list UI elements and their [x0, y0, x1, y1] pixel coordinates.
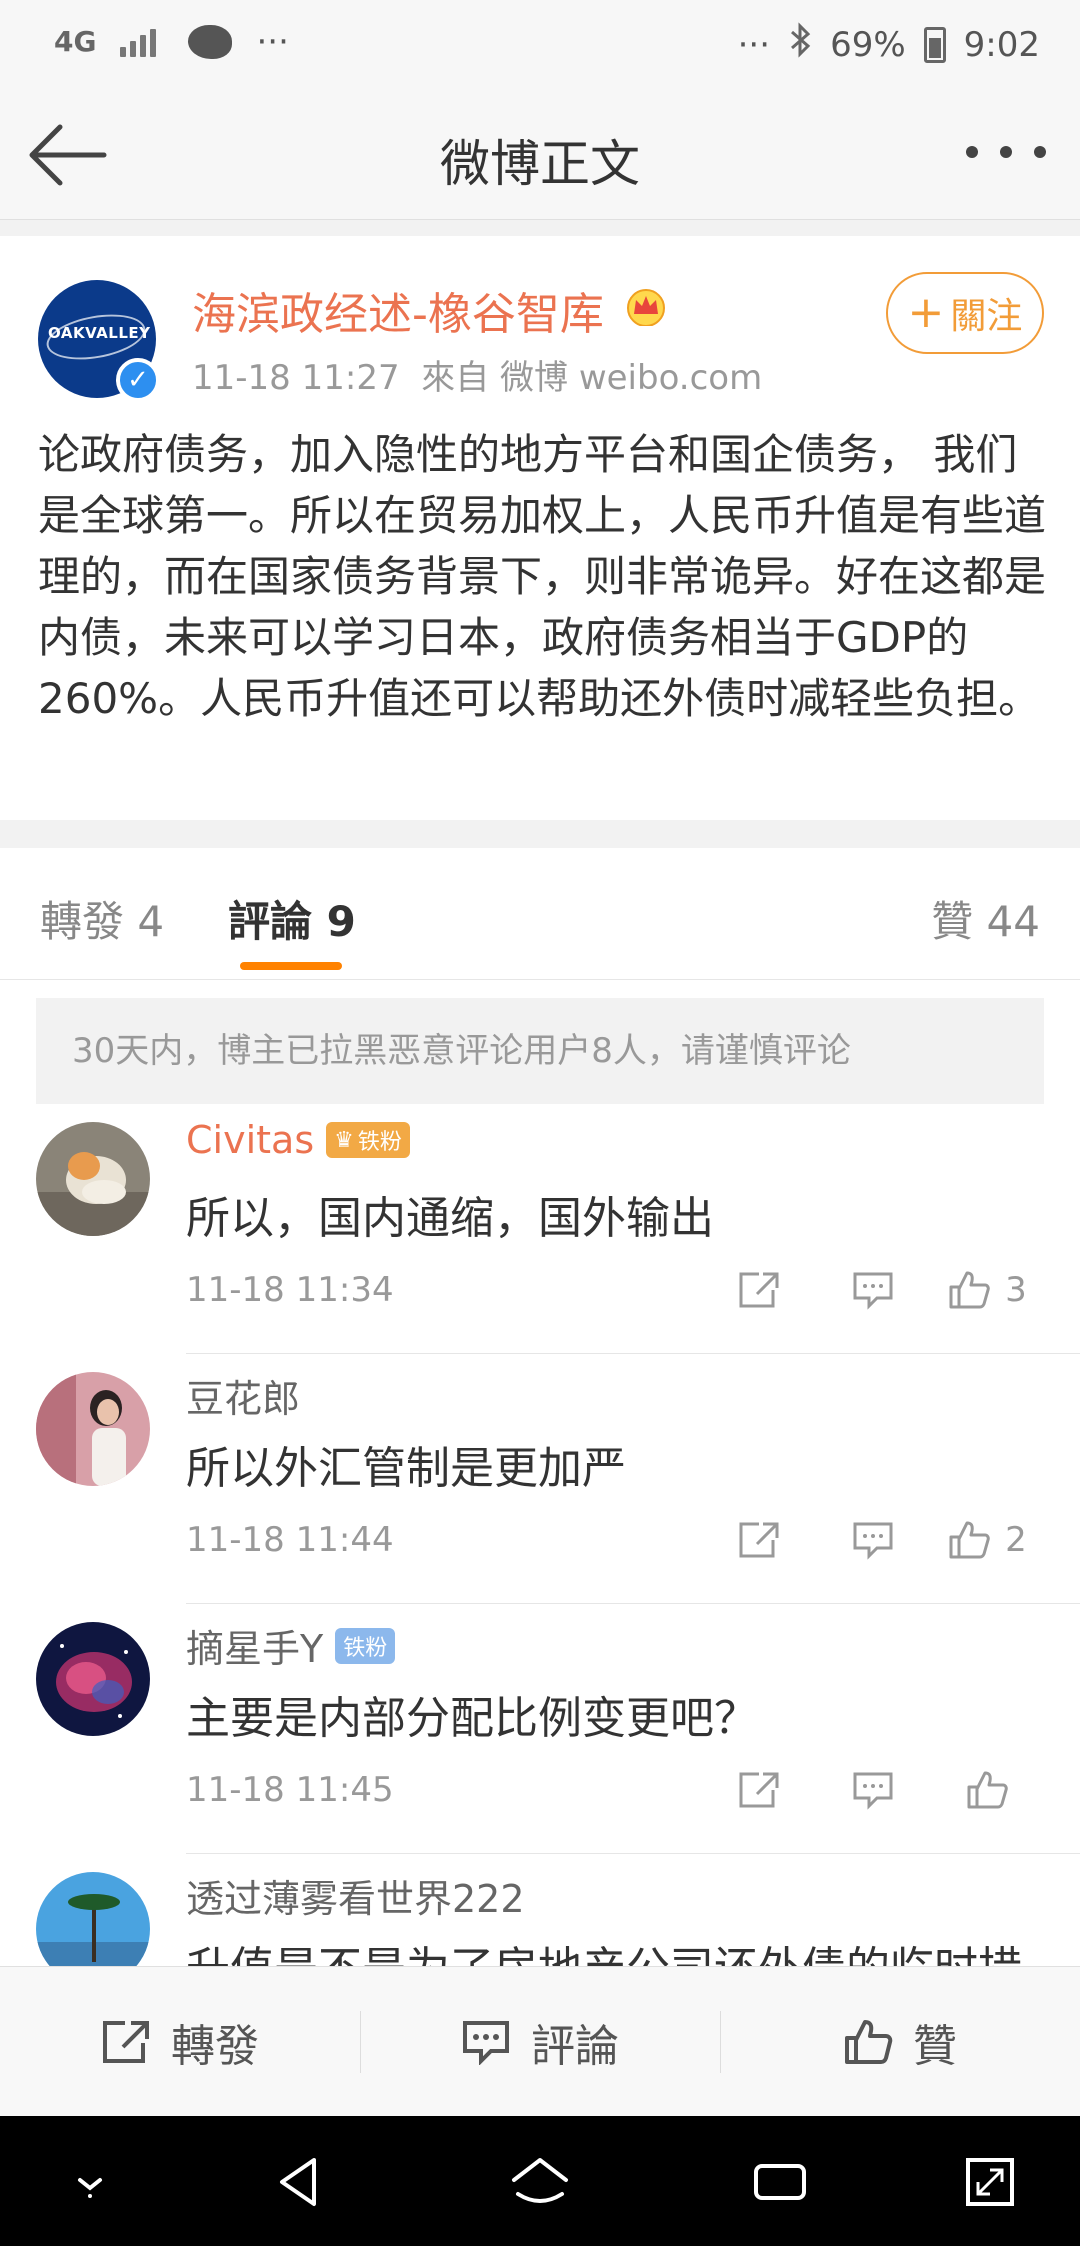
reply-comment-button[interactable]: [816, 1262, 930, 1318]
post-tabs: 轉發 4 評論 9 贊 44: [0, 848, 1080, 980]
bottom-action-bar: 轉發 評論 贊: [0, 1966, 1080, 2116]
comment-icon: [853, 1522, 893, 1560]
more-notifications-indicator: ···: [256, 22, 289, 62]
commenter-name-text: 摘星手Y: [186, 1627, 324, 1671]
thumbs-up-icon: [845, 2019, 893, 2064]
signal-icon: [120, 25, 164, 59]
battery-percent: 69%: [830, 24, 906, 65]
commenter-name[interactable]: 豆花郎: [186, 1368, 300, 1423]
comment-item: 豆花郎 所以外汇管制是更加严 11-18 11:44 2: [0, 1354, 1080, 1604]
comment-actions: 3: [702, 1262, 1044, 1318]
comments-list: 30天内，博主已拉黑恶意评论用户8人，请谨慎评论 Civitas ♛ 铁粉 所以，…: [0, 980, 1080, 1966]
back-nav-icon[interactable]: [268, 2150, 332, 2214]
avatar-logo-text: OAKVALLEY: [48, 324, 151, 342]
active-tab-indicator: [240, 962, 342, 970]
thumbs-up-icon: [949, 1521, 990, 1559]
like-comment-button[interactable]: [930, 1762, 1044, 1818]
verified-badge-icon: ✓: [116, 358, 160, 402]
comment-item: 透过薄雾看世界222 升值是不是为了房地产公司还外债的临时措: [0, 1854, 1080, 1966]
clock: 9:02: [963, 24, 1040, 65]
comment-text: 升值是不是为了房地产公司还外债的临时措: [186, 1932, 1022, 1966]
commenter-avatar[interactable]: [36, 1372, 150, 1486]
repost-comment-button[interactable]: [702, 1762, 816, 1818]
reply-comment-button[interactable]: [816, 1512, 930, 1568]
tab-reposts[interactable]: 轉發 4: [40, 888, 164, 949]
commenter-name[interactable]: Civitas ♛ 铁粉: [186, 1118, 410, 1162]
top-nav-bar: 微博正文: [0, 90, 1080, 220]
comment-text: 所以外汇管制是更加严: [186, 1443, 626, 1494]
share-icon: [739, 1272, 779, 1308]
status-overflow-indicator: ···: [737, 24, 771, 65]
tab-likes[interactable]: 贊 44: [931, 888, 1040, 949]
battery-icon: [923, 26, 946, 63]
more-options-icon[interactable]: [966, 132, 1046, 172]
expand-icon[interactable]: [958, 2150, 1022, 2214]
comment-icon: [853, 1272, 893, 1310]
share-icon: [739, 1772, 779, 1808]
comment-actions: 2: [702, 1512, 1044, 1568]
like-count: 3: [1005, 1270, 1027, 1310]
crown-icon: ♛: [334, 1127, 354, 1153]
status-bar: 4G ··· ··· 69% 9:02: [0, 0, 1080, 90]
repost-button[interactable]: 轉發: [0, 1967, 360, 2116]
commenter-avatar[interactable]: [36, 1622, 150, 1736]
like-comment-button[interactable]: 2: [930, 1512, 1044, 1568]
page-title: 微博正文: [440, 135, 640, 193]
commenter-name[interactable]: 摘星手Y 铁粉: [186, 1618, 396, 1673]
commenter-avatar[interactable]: [36, 1872, 150, 1966]
like-label: 贊: [913, 2020, 957, 2072]
moderation-notice: 30天内，博主已拉黑恶意评论用户8人，请谨慎评论: [36, 998, 1044, 1104]
fan-badge: 铁粉: [335, 1627, 396, 1664]
collapse-icon[interactable]: [58, 2150, 122, 2214]
bluetooth-icon: [788, 22, 812, 67]
comment-item: 摘星手Y 铁粉 主要是内部分配比例变更吧？ 11-18 11:45: [0, 1604, 1080, 1854]
comment-item: Civitas ♛ 铁粉 所以，国内通缩，国外输出 11-18 11:34 3: [0, 1104, 1080, 1354]
commenter-name-text: Civitas: [186, 1118, 315, 1162]
follow-label: 關注: [950, 296, 1023, 337]
thumbs-up-icon: [967, 1771, 1008, 1809]
like-comment-button[interactable]: 3: [930, 1262, 1044, 1318]
comment-icon: [463, 2020, 509, 2065]
comment-time: 11-18 11:44: [186, 1520, 394, 1560]
commenter-avatar[interactable]: [36, 1122, 150, 1236]
like-button[interactable]: 贊: [720, 1967, 1080, 2116]
comment-button[interactable]: 評論: [360, 1967, 720, 2116]
like-count: 2: [1005, 1520, 1027, 1560]
thumbs-up-icon: [949, 1271, 990, 1309]
post-meta: 11-18 11:27 來自 微博 weibo.com: [192, 350, 762, 399]
commenter-name-text: 豆花郎: [186, 1377, 301, 1421]
post-timestamp: 11-18 11:27: [192, 358, 400, 398]
plus-icon: +: [907, 287, 945, 338]
post-source: 來自 微博 weibo.com: [421, 358, 763, 398]
comment-actions: [702, 1762, 1044, 1818]
share-icon: [739, 1522, 779, 1558]
tab-comments[interactable]: 評論 9: [228, 888, 356, 949]
author-name[interactable]: 海滨政经述-橡谷智库: [192, 278, 604, 342]
app-notification-icon: [188, 25, 233, 59]
fan-badge: ♛ 铁粉: [326, 1122, 410, 1158]
comment-time: 11-18 11:34: [186, 1270, 394, 1310]
follow-button[interactable]: + 關注: [886, 272, 1044, 354]
recent-apps-icon[interactable]: [748, 2150, 812, 2214]
commenter-name-text: 透过薄雾看世界222: [186, 1877, 525, 1921]
home-nav-icon[interactable]: [508, 2150, 572, 2214]
repost-label: 轉發: [171, 2020, 259, 2072]
comment-time: 11-18 11:45: [186, 1770, 394, 1810]
crown-badge-icon: [624, 286, 668, 327]
fan-badge-label: 铁粉: [357, 1130, 402, 1155]
comment-text: 所以，国内通缩，国外输出: [186, 1193, 714, 1244]
post-card: OAKVALLEY ✓ 海滨政经述-橡谷智库 11-18 11:27 來自 微博…: [0, 236, 1080, 820]
post-body: 论政府债务，加入隐性的地方平台和国企债务， 我们是全球第一。所以在贸易加权上，人…: [38, 430, 1047, 723]
repost-comment-button[interactable]: [702, 1262, 816, 1318]
reply-comment-button[interactable]: [816, 1762, 930, 1818]
comment-label: 評論: [531, 2020, 619, 2072]
repost-comment-button[interactable]: [702, 1512, 816, 1568]
share-icon: [103, 2020, 149, 2063]
commenter-name[interactable]: 透过薄雾看世界222: [186, 1868, 525, 1923]
system-nav-bar: [0, 2116, 1080, 2246]
comment-icon: [853, 1772, 893, 1810]
network-type: 4G: [54, 25, 97, 58]
comment-text: 主要是内部分配比例变更吧？: [186, 1693, 758, 1744]
